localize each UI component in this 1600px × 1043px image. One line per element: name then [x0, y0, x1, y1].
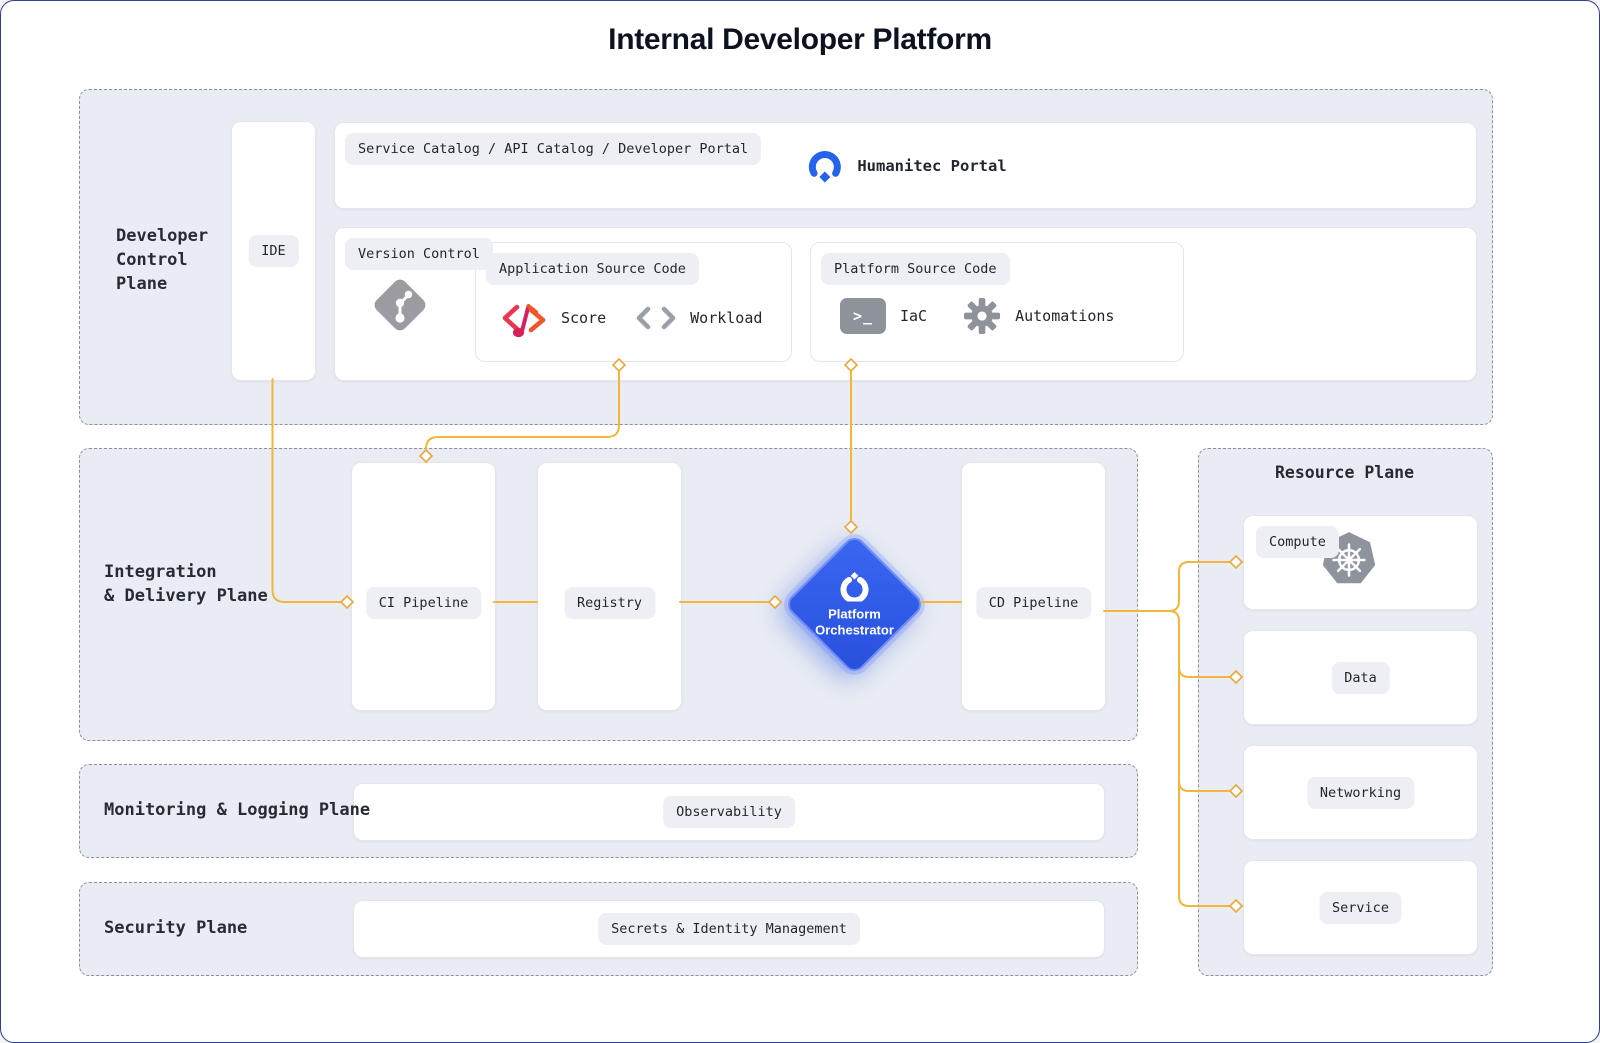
- portal-badge: Service Catalog / API Catalog / Develope…: [345, 133, 761, 165]
- humanitec-portal-label: Humanitec Portal: [857, 157, 1006, 175]
- application-source-box: Application Source Code Score Workload: [475, 242, 792, 362]
- monitoring-plane-label: Monitoring & Logging Plane: [104, 799, 370, 823]
- internal-developer-platform-diagram: Internal Developer Platform Developer Co…: [0, 0, 1600, 1043]
- developer-plane-label: Developer Control Plane: [116, 225, 208, 296]
- ide-badge: IDE: [248, 235, 298, 267]
- ci-pipeline-box: CI Pipeline: [351, 462, 496, 711]
- cd-pipeline-badge: CD Pipeline: [976, 587, 1091, 619]
- cd-pipeline-box: CD Pipeline: [961, 462, 1106, 711]
- resource-plane-label: Resource Plane: [1198, 463, 1491, 482]
- page-title: Internal Developer Platform: [1, 23, 1599, 57]
- git-icon: [369, 274, 431, 336]
- orchestrator-logo-icon: [837, 571, 873, 601]
- humanitec-logo-icon: [804, 147, 844, 185]
- version-control-box: Version Control Application Source Code: [334, 227, 1477, 381]
- resource-box-service: Service: [1243, 860, 1478, 955]
- integration-plane-label: Integration & Delivery Plane: [104, 561, 268, 609]
- resource-box-networking: Networking: [1243, 745, 1478, 840]
- humanitec-portal-brand: Humanitec Portal: [804, 147, 1006, 185]
- platform-source-items: >_ IaC Automatio: [840, 297, 1114, 335]
- score-icon: [500, 295, 548, 341]
- secrets-box: Secrets & Identity Management: [353, 900, 1105, 958]
- ci-pipeline-badge: CI Pipeline: [366, 587, 481, 619]
- ide-box: IDE: [231, 121, 316, 381]
- secrets-badge: Secrets & Identity Management: [598, 913, 860, 945]
- gear-icon: [963, 297, 1001, 335]
- observability-box: Observability: [353, 783, 1105, 841]
- version-control-badge: Version Control: [345, 238, 493, 270]
- iac-label: IaC: [900, 307, 927, 325]
- workload-label: Workload: [690, 309, 762, 327]
- registry-box: Registry: [537, 462, 682, 711]
- application-source-badge: Application Source Code: [486, 253, 699, 285]
- application-source-items: Score Workload: [500, 295, 762, 341]
- registry-badge: Registry: [564, 587, 655, 619]
- platform-source-badge: Platform Source Code: [821, 253, 1010, 285]
- resource-box-data: Data: [1243, 630, 1478, 725]
- terminal-icon: >_: [840, 298, 886, 334]
- networking-badge: Networking: [1307, 777, 1414, 809]
- platform-orchestrator-label: Platform Orchestrator: [815, 606, 894, 639]
- score-label: Score: [561, 309, 606, 327]
- data-badge: Data: [1331, 662, 1390, 694]
- automations-label: Automations: [1015, 307, 1114, 325]
- workload-brackets-icon: [635, 306, 677, 330]
- service-badge: Service: [1319, 892, 1402, 924]
- platform-source-box: Platform Source Code >_ IaC: [810, 242, 1184, 362]
- portal-box: Service Catalog / API Catalog / Develope…: [334, 122, 1477, 209]
- observability-badge: Observability: [663, 796, 795, 828]
- compute-badge: Compute: [1256, 526, 1339, 558]
- resource-box-compute: Compute: [1243, 515, 1478, 610]
- platform-orchestrator-content: Platform Orchestrator: [795, 571, 915, 639]
- security-plane-label: Security Plane: [104, 917, 247, 941]
